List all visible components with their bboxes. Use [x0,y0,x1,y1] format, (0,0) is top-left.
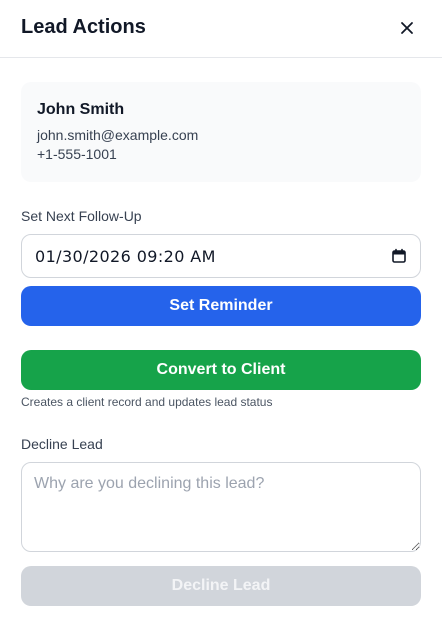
set-reminder-button[interactable]: Set Reminder [21,286,421,326]
calendar-icon[interactable] [391,248,407,264]
follow-up-datetime-value: 01/30/2026 09:20 AM [35,246,216,266]
follow-up-datetime-input[interactable]: 01/30/2026 09:20 AM [21,234,421,278]
decline-lead-button: Decline Lead [21,566,421,606]
panel-title: Lead Actions [21,16,146,38]
lead-email: john.smith@example.com [37,127,199,143]
convert-to-client-button[interactable]: Convert to Client [21,350,421,390]
lead-phone: +1-555-1001 [37,146,117,162]
follow-up-label: Set Next Follow-Up [21,208,142,224]
close-button[interactable] [393,14,421,42]
lead-name: John Smith [37,101,125,118]
panel-header: Lead Actions [0,0,442,58]
convert-hint-text: Creates a client record and updates lead… [21,395,273,409]
lead-info-card: John Smith john.smith@example.com +1-555… [21,82,421,182]
decline-reason-textarea[interactable] [21,462,421,552]
close-icon [401,22,413,34]
decline-lead-label: Decline Lead [21,436,103,452]
